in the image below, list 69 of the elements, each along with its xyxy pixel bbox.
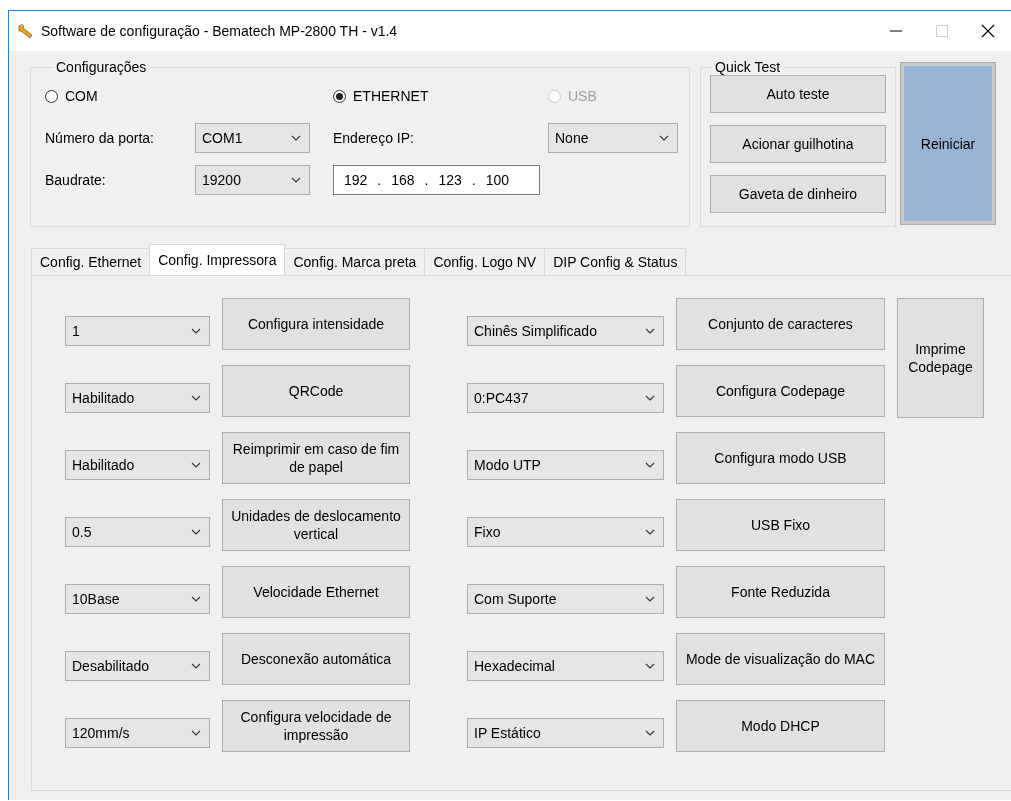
chevron-down-icon: [645, 529, 655, 535]
dropdown[interactable]: 0.5: [65, 517, 210, 547]
dropdown[interactable]: Hexadecimal: [467, 651, 664, 681]
chevron-down-icon: [645, 663, 655, 669]
test-button[interactable]: Acionar guilhotina: [710, 125, 886, 163]
chevron-down-icon: [291, 135, 301, 141]
chevron-down-icon: [191, 730, 201, 736]
test-button[interactable]: Auto teste: [710, 75, 886, 113]
dropdown[interactable]: 10Base: [65, 584, 210, 614]
dropdown[interactable]: 120mm/s: [65, 718, 210, 748]
chevron-down-icon: [191, 395, 201, 401]
setting-button[interactable]: Mode de visualização do MAC: [676, 633, 885, 685]
dropdown[interactable]: Fixo: [467, 517, 664, 547]
tab[interactable]: DIP Config & Status: [544, 248, 687, 275]
dropdown[interactable]: Modo UTP: [467, 450, 664, 480]
dropdown[interactable]: Chinês Simplificado: [467, 316, 664, 346]
window-title: Software de configuração - Bematech MP-2800 TH - v1.4: [41, 23, 399, 39]
dropdown[interactable]: Habilitado: [65, 450, 210, 480]
setting-button[interactable]: Modo DHCP: [676, 700, 885, 752]
field-label: Número da porta:: [45, 130, 155, 146]
close-icon[interactable]: [981, 24, 995, 38]
radio-button[interactable]: ETHERNET: [333, 88, 429, 104]
chevron-down-icon: [191, 663, 201, 669]
setting-button[interactable]: USB Fixo: [676, 499, 885, 551]
maximize-icon[interactable]: [936, 25, 948, 37]
dropdown[interactable]: IP Estático: [467, 718, 664, 748]
chevron-down-icon: [645, 328, 655, 334]
group-title: Configurações: [55, 59, 148, 75]
group-title: Quick Test: [714, 59, 782, 75]
setting-button[interactable]: Conjunto de caracteres: [676, 298, 885, 350]
setting-button[interactable]: Configura Codepage: [676, 365, 885, 417]
setting-button[interactable]: Unidades de deslocamento vertical: [222, 499, 410, 551]
ip-address-field[interactable]: 192 . 168 . 123 . 100: [333, 165, 540, 195]
chevron-down-icon: [291, 177, 301, 183]
setting-button[interactable]: Velocidade Ethernet: [222, 566, 410, 618]
minimize-icon[interactable]: [890, 30, 902, 32]
setting-button[interactable]: Desconexão automática: [222, 633, 410, 685]
setting-button[interactable]: Fonte Reduzida: [676, 566, 885, 618]
field-label: Baudrate:: [45, 172, 107, 188]
chevron-down-icon: [191, 328, 201, 334]
chevron-down-icon: [191, 596, 201, 602]
setting-button[interactable]: Configura intensidade: [222, 298, 410, 350]
dropdown[interactable]: COM1: [195, 123, 310, 153]
dropdown[interactable]: 19200: [195, 165, 310, 195]
setting-button[interactable]: Reimprimir em caso de fim de papel: [222, 432, 410, 484]
dropdown[interactable]: 1: [65, 316, 210, 346]
setting-button[interactable]: Configura modo USB: [676, 432, 885, 484]
chevron-down-icon: [645, 596, 655, 602]
chevron-down-icon: [645, 395, 655, 401]
setting-button[interactable]: Configura velocidade de impressão: [222, 700, 410, 752]
setting-button[interactable]: QRCode: [222, 365, 410, 417]
chevron-down-icon: [191, 462, 201, 468]
restart-button[interactable]: Reiniciar: [901, 63, 995, 224]
dropdown[interactable]: 0:PC437: [467, 383, 664, 413]
wrench-icon: [17, 23, 35, 39]
chevron-down-icon: [659, 135, 669, 141]
dropdown[interactable]: None: [548, 123, 678, 153]
test-button[interactable]: Gaveta de dinheiro: [710, 175, 886, 213]
dropdown[interactable]: Habilitado: [65, 383, 210, 413]
tab[interactable]: Config. Impressora: [149, 244, 286, 275]
tab[interactable]: Config. Ethernet: [31, 248, 151, 275]
field-label: Endereço IP:: [333, 130, 414, 146]
chevron-down-icon: [191, 529, 201, 535]
dropdown[interactable]: Desabilitado: [65, 651, 210, 681]
chevron-down-icon: [645, 462, 655, 468]
print-codepage-button[interactable]: Imprime Codepage: [897, 298, 984, 418]
dropdown[interactable]: Com Suporte: [467, 584, 664, 614]
radio-button[interactable]: COM: [45, 88, 98, 104]
chevron-down-icon: [645, 730, 655, 736]
